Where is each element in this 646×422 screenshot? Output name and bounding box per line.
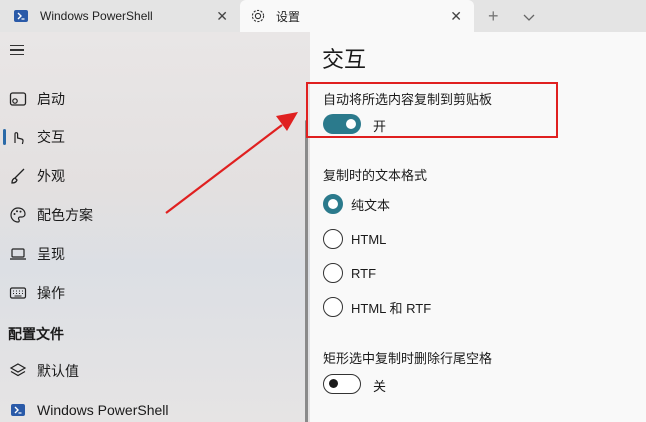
palette-icon xyxy=(9,206,27,224)
radio-rtf[interactable]: RTF xyxy=(323,262,376,284)
sidebar-item-actions[interactable]: 操作 xyxy=(0,276,310,310)
sidebar-scrollbar[interactable] xyxy=(305,120,308,422)
appearance-brush-icon xyxy=(9,167,27,185)
page-title: 交互 xyxy=(322,47,367,72)
startup-icon xyxy=(9,90,27,108)
sidebar-item-label: 启动 xyxy=(37,91,65,107)
new-tab-button[interactable]: + xyxy=(488,7,499,25)
close-icon[interactable]: ✕ xyxy=(450,8,462,24)
sidebar-item-interaction[interactable]: 交互 xyxy=(0,120,310,154)
interaction-icon xyxy=(9,128,27,146)
sidebar-item-label: 操作 xyxy=(37,285,65,301)
tab-label: 设置 xyxy=(276,9,301,24)
sidebar-item-windows-powershell[interactable]: Windows PowerShell xyxy=(0,393,310,422)
sidebar-item-label: 配色方案 xyxy=(37,207,93,223)
sidebar-item-label: 交互 xyxy=(37,129,65,145)
chevron-down-icon[interactable] xyxy=(522,9,536,27)
sidebar-item-color-schemes[interactable]: 配色方案 xyxy=(0,198,310,232)
radio-html-and-rtf[interactable]: HTML 和 RTF xyxy=(323,296,431,318)
radio-button[interactable] xyxy=(323,229,343,249)
close-icon[interactable]: ✕ xyxy=(216,8,228,24)
annotation-highlight-box xyxy=(306,82,558,138)
sidebar-item-label: 呈现 xyxy=(37,246,65,262)
keyboard-icon xyxy=(9,284,27,302)
trim-block-selection-state: 关 xyxy=(373,379,387,394)
tab-label: Windows PowerShell xyxy=(40,9,153,23)
powershell-icon xyxy=(14,10,28,22)
sidebar-item-appearance[interactable]: 外观 xyxy=(0,159,310,193)
sidebar-item-startup[interactable]: 启动 xyxy=(0,82,310,116)
radio-html[interactable]: HTML xyxy=(323,228,386,250)
hamburger-menu-icon[interactable] xyxy=(10,45,24,58)
trim-block-selection-toggle[interactable] xyxy=(323,374,361,394)
sidebar-item-label: 默认值 xyxy=(37,363,79,379)
sidebar-item-rendering[interactable]: 呈现 xyxy=(0,237,310,271)
trim-block-selection-label: 矩形选中复制时删除行尾空格 xyxy=(323,351,493,366)
copy-format-label: 复制时的文本格式 xyxy=(323,168,428,183)
sidebar: 启动 交互 外观 配色方案 呈现 操作 配置文件 默认值 Windows Pow… xyxy=(0,32,310,422)
sidebar-item-defaults[interactable]: 默认值 xyxy=(0,354,310,388)
tab-windows-powershell[interactable]: Windows PowerShell ✕ xyxy=(0,0,240,32)
radio-label: HTML 和 RTF xyxy=(351,300,432,316)
tab-bar: Windows PowerShell ✕ 设置 ✕ + xyxy=(0,0,646,32)
radio-button[interactable] xyxy=(323,194,343,214)
gear-icon xyxy=(250,8,266,24)
powershell-icon xyxy=(9,401,27,419)
layers-icon xyxy=(9,362,27,380)
radio-plain-text[interactable]: 纯文本 xyxy=(323,193,390,215)
tab-settings[interactable]: 设置 ✕ xyxy=(240,0,474,32)
radio-button[interactable] xyxy=(323,263,343,283)
profiles-section-header: 配置文件 xyxy=(8,326,64,342)
radio-button[interactable] xyxy=(323,297,343,317)
radio-label: HTML xyxy=(351,231,387,247)
radio-label: RTF xyxy=(351,265,377,281)
toggle-knob xyxy=(329,379,338,388)
radio-label: 纯文本 xyxy=(351,197,391,213)
sidebar-item-label: Windows PowerShell xyxy=(37,402,169,418)
laptop-icon xyxy=(9,245,27,263)
sidebar-item-label: 外观 xyxy=(37,168,65,184)
